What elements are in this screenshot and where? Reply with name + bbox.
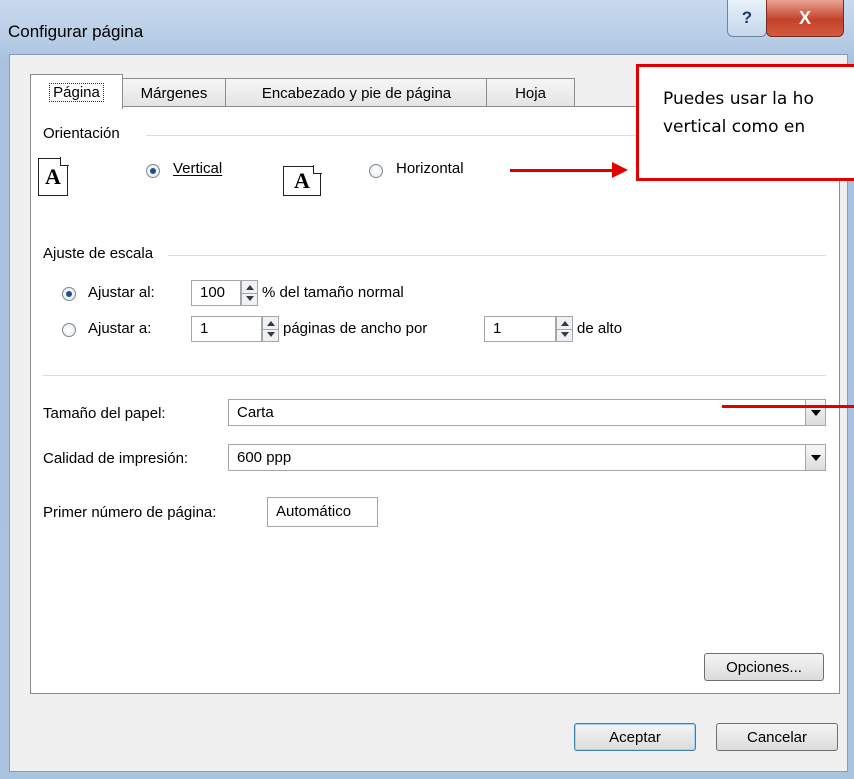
- ok-button[interactable]: Aceptar: [574, 723, 696, 751]
- paper-size-label: Tamaño del papel:: [43, 405, 166, 422]
- fit-width-suffix: páginas de ancho por: [283, 320, 428, 337]
- vertical-label-text: Vertical: [173, 160, 223, 177]
- horizontal-radio[interactable]: [369, 164, 383, 178]
- cancel-button[interactable]: Cancelar: [716, 723, 838, 751]
- annotation-arrow-line: [510, 169, 617, 172]
- close-button[interactable]: X: [766, 0, 844, 37]
- scaling-separator: [168, 255, 826, 256]
- help-button[interactable]: ?: [727, 0, 767, 37]
- fit-height-spinner[interactable]: [556, 316, 573, 342]
- tab-pagina[interactable]: Página: [30, 74, 123, 109]
- print-quality-select[interactable]: 600 ppp: [228, 444, 826, 471]
- tab-hoja[interactable]: Hoja: [486, 78, 575, 107]
- fit-to-radio[interactable]: [62, 323, 76, 337]
- fit-height-input[interactable]: 1: [484, 316, 556, 342]
- portrait-page-icon: A: [38, 157, 69, 196]
- adjust-to-percent-input[interactable]: 100: [191, 280, 241, 306]
- annotation-arrow-head-icon: [612, 162, 628, 178]
- fit-width-input[interactable]: 1: [191, 316, 262, 342]
- adjust-to-label[interactable]: Ajustar al:: [88, 284, 155, 301]
- landscape-page-icon: A: [283, 165, 322, 196]
- fit-width-spinner[interactable]: [262, 316, 279, 342]
- paper-separator: [43, 375, 826, 376]
- dialog-title: Configurar página: [8, 22, 144, 41]
- print-quality-value: 600 ppp: [237, 449, 292, 466]
- paper-size-select[interactable]: Carta: [228, 399, 826, 426]
- annotation-callout-box: Puedes usar la ho vertical como en: [636, 64, 854, 181]
- vertical-radio[interactable]: [146, 164, 160, 178]
- adjust-to-spinner[interactable]: [241, 280, 258, 306]
- vertical-label[interactable]: Vertical: [173, 160, 222, 177]
- options-button[interactable]: Opciones...: [704, 653, 824, 681]
- print-quality-dropdown-icon[interactable]: [805, 445, 825, 470]
- tab-pagina-label: Página: [49, 82, 104, 102]
- paper-size-dropdown-icon[interactable]: [805, 400, 825, 425]
- scaling-group-label: Ajuste de escala: [43, 245, 154, 262]
- fit-height-suffix: de alto: [577, 320, 623, 337]
- adjust-to-suffix: % del tamaño normal: [262, 284, 404, 301]
- print-quality-label: Calidad de impresión:: [43, 450, 189, 467]
- paper-size-value: Carta: [237, 404, 274, 421]
- first-page-number-input[interactable]: Automático: [267, 497, 378, 527]
- horizontal-label-text: Horizontal: [396, 160, 464, 177]
- annotation-arrow-line-paper: [722, 405, 854, 408]
- first-page-number-label: Primer número de página:: [43, 504, 217, 521]
- tab-encabezado-pie[interactable]: Encabezado y pie de página: [225, 78, 488, 107]
- adjust-to-radio[interactable]: [62, 287, 76, 301]
- horizontal-label[interactable]: Horizontal: [396, 160, 464, 177]
- tab-margenes[interactable]: Márgenes: [121, 78, 227, 107]
- annotation-callout-text: Puedes usar la ho vertical como en: [663, 89, 814, 137]
- fit-to-label[interactable]: Ajustar a:: [88, 320, 151, 337]
- orientation-group-label: Orientación: [43, 125, 120, 142]
